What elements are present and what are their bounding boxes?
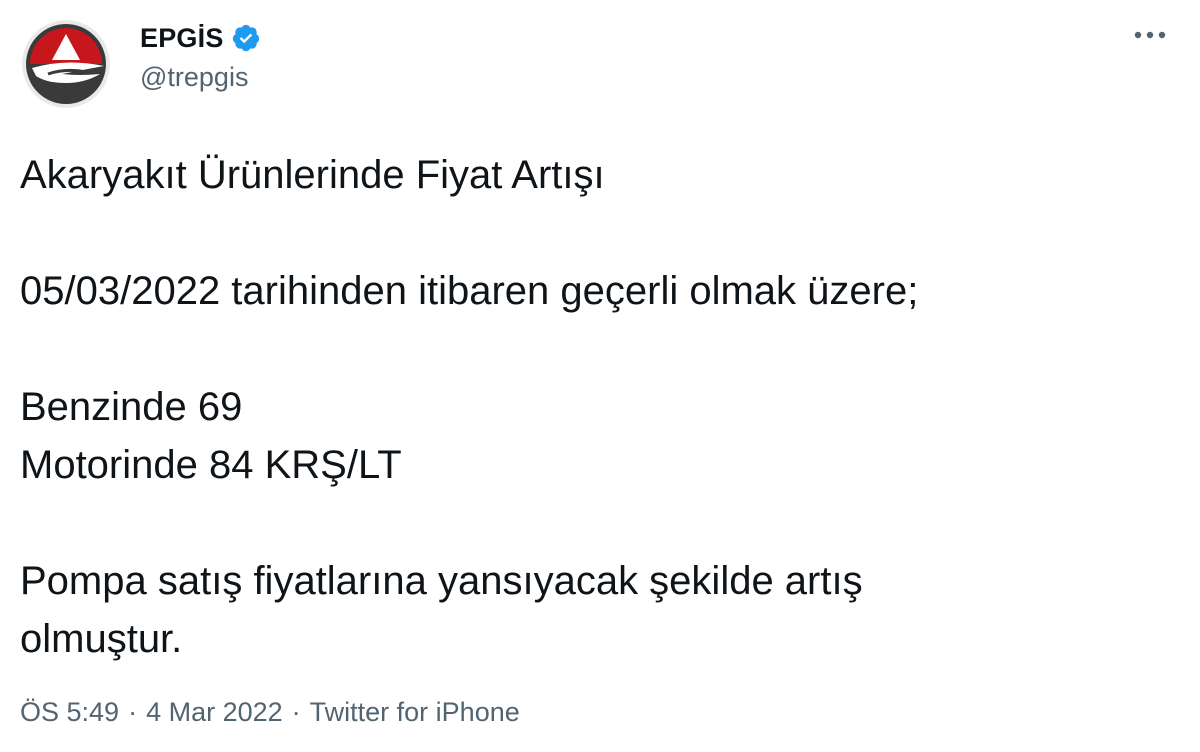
meta-separator: ·	[291, 697, 301, 727]
tweet-line-ending: olmuştur.	[20, 617, 183, 661]
author-name-row[interactable]: EPGİS	[140, 18, 261, 58]
tweet-source[interactable]: Twitter for iPhone	[310, 697, 520, 728]
tweet-date[interactable]: 4 Mar 2022	[146, 697, 283, 728]
avatar[interactable]	[22, 20, 110, 108]
tweet-line-gasoline: Benzinde 69	[20, 385, 243, 429]
author-name[interactable]: EPGİS	[140, 23, 224, 54]
epgis-logo-icon	[22, 20, 110, 108]
tweet-meta: ÖS 5:49 · 4 Mar 2022 · Twitter for iPhon…	[20, 697, 520, 728]
tweet-line-pump-prices: Pompa satış fiyatlarına yansıyacak şekil…	[20, 559, 863, 603]
tweet-text: Akaryakıt Ürünlerinde Fiyat Artışı 05/03…	[20, 146, 1170, 668]
tweet-time[interactable]: ÖS 5:49	[20, 697, 119, 728]
more-options-button[interactable]	[1132, 20, 1168, 50]
tweet-line-effective-date: 05/03/2022 tarihinden itibaren geçerli o…	[20, 269, 919, 313]
more-options-icon	[1134, 31, 1166, 39]
tweet-card: EPGİS @trepgis Akaryakıt Ürünlerinde Fiy…	[0, 0, 1200, 752]
meta-separator: ·	[128, 697, 138, 727]
tweet-line-diesel: Motorinde 84 KRŞ/LT	[20, 443, 402, 487]
verified-badge-icon	[231, 23, 261, 53]
tweet-headline: Akaryakıt Ürünlerinde Fiyat Artışı	[20, 153, 605, 197]
author-handle[interactable]: @trepgis	[140, 62, 248, 93]
